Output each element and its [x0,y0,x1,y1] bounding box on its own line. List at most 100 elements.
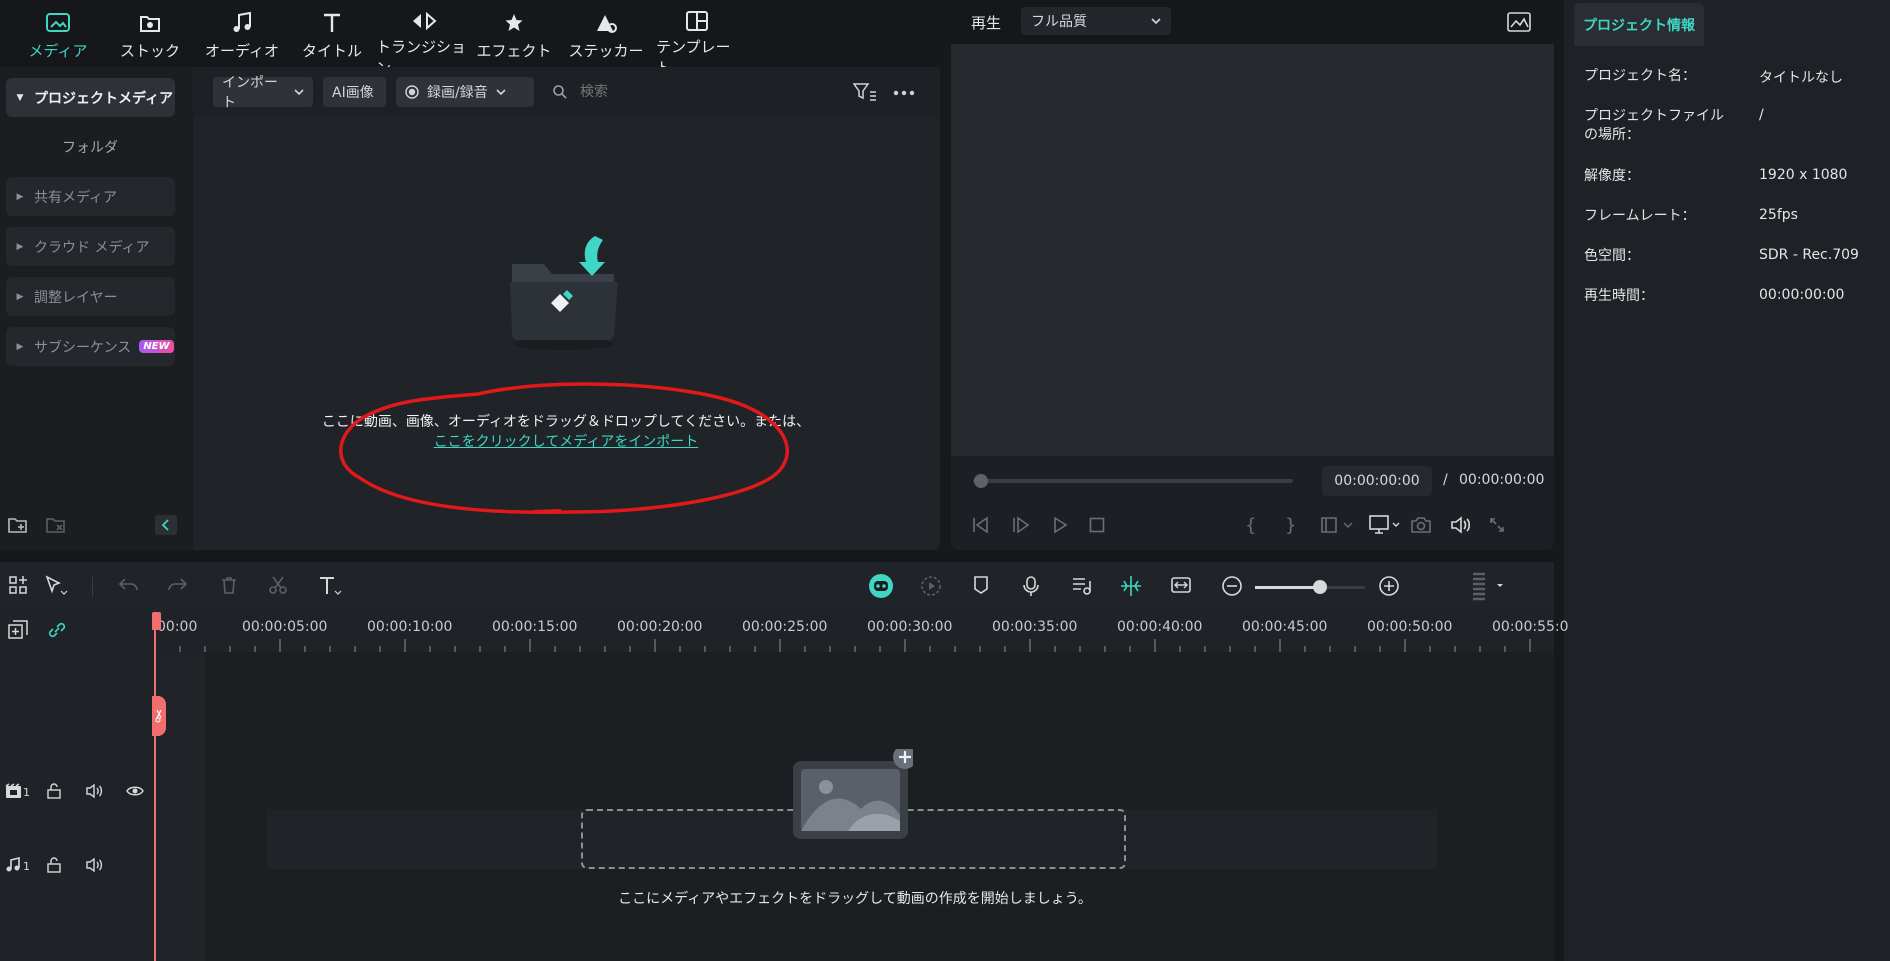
delete-folder-icon[interactable] [46,516,66,534]
timeline: 1 1 00:00 00:00:05:00 00:00:10:00 00:00:… [0,612,1569,961]
split-scissors-icon[interactable] [268,575,288,595]
tab-title[interactable]: タイトル [294,0,370,67]
link-icon[interactable] [47,620,67,640]
marker-icon[interactable] [972,575,990,595]
snapshot-icon[interactable] [1410,516,1432,534]
track-volume-icon[interactable] [86,783,104,799]
stop-icon[interactable] [1089,517,1105,533]
tab-transition[interactable]: トランジション [376,0,472,77]
insert-clip-icon[interactable] [1320,516,1354,534]
project-info-panel: プロジェクト情報 プロジェクト名： タイトルなし プロジェクトファイルの場所： … [1564,0,1890,961]
tab-sticker-label: ステッカー [568,42,644,60]
project-name-label: プロジェクト名： [1584,68,1696,84]
timeline-track-area[interactable]: ここにメディアやエフェクトをドラッグして動画の作成を開始しましょう。 [155,652,1554,961]
tab-template[interactable]: テンプレート [656,0,738,77]
timeline-ruler[interactable]: 00:00 00:00:05:00 00:00:10:00 00:00:15:0… [155,612,1569,652]
collapse-sidebar-button[interactable] [155,515,177,535]
sidebar-item-label: 調整レイヤー [34,289,118,306]
tab-project-info[interactable]: プロジェクト情報 [1574,3,1704,46]
time-separator: / [1443,472,1448,488]
redo-icon[interactable] [166,575,188,595]
sidebar-item-project-media[interactable]: ▼ プロジェクトメディア [6,78,175,117]
track-layout-icon[interactable] [1470,572,1510,602]
delete-icon[interactable] [219,575,239,595]
playhead-grip[interactable] [152,696,166,736]
add-media-illustration [793,749,913,839]
sidebar-item-adjustment-layer[interactable]: ▶ 調整レイヤー [6,277,175,316]
track-lock-icon[interactable] [46,857,62,873]
current-time-display[interactable]: 00:00:00:00 [1322,466,1432,496]
zoom-in-icon[interactable] [1378,575,1400,597]
tab-sticker[interactable]: ステッカー [566,0,646,67]
stock-icon [138,10,162,36]
duration-label: 再生時間： [1584,288,1654,304]
more-options-icon[interactable] [893,90,915,96]
auto-enhance-icon[interactable] [920,575,942,597]
progress-track[interactable] [973,479,1293,483]
audio-mixer-icon[interactable] [1071,575,1093,597]
quality-select[interactable]: フル品質 [1021,7,1171,35]
import-dropdown[interactable]: インポート [213,75,313,111]
ruler-label: 00:00:10:00 [367,619,453,635]
color-space-value: SDR - Rec.709 [1759,247,1859,263]
audio-track-header: 1 [0,847,155,897]
fit-timeline-icon[interactable] [1170,575,1192,595]
search-input[interactable] [578,83,818,101]
chevron-left-icon [161,519,169,531]
next-frame-icon[interactable] [1011,516,1031,534]
annotation-circle [328,362,798,522]
sidebar-item-label: プロジェクトメディア [34,90,174,107]
chevron-down-icon [496,89,506,95]
tab-media[interactable]: メディア [20,0,96,67]
ruler-label: 00:00:25:00 [742,619,828,635]
track-volume-icon[interactable] [86,857,104,873]
zoom-slider-track[interactable] [1255,586,1365,589]
media-drop-area[interactable]: ここに動画、画像、オーディオをドラッグ＆ドロップしてください。または、 ここをク… [193,117,940,550]
quality-value: フル品質 [1031,14,1087,30]
progress-handle[interactable] [974,474,988,488]
previous-frame-icon[interactable] [971,516,991,534]
sidebar-item-folder[interactable]: フォルダ [62,137,118,157]
ruler-label: 00:00:15:00 [492,619,578,635]
microphone-icon[interactable] [1021,575,1041,597]
ai-copilot-icon[interactable] [868,573,894,599]
layout-grid-icon[interactable] [8,575,28,595]
search-box[interactable] [552,77,832,107]
sidebar-item-cloud-media[interactable]: ▶ クラウド メディア [6,227,175,266]
mark-in-icon[interactable]: { [1245,515,1256,536]
tab-audio[interactable]: オーディオ [202,0,282,67]
video-track-header: 1 [0,774,155,834]
playhead-line[interactable] [154,626,156,961]
new-folder-icon[interactable] [8,516,28,534]
sidebar-item-shared-media[interactable]: ▶ 共有メディア [6,177,175,216]
undo-icon[interactable] [118,575,140,595]
timeline-drop-hint: ここにメディアやエフェクトをドラッグして動画の作成を開始しましょう。 [618,891,1092,907]
fullscreen-icon[interactable] [1489,517,1505,533]
record-icon [405,85,419,99]
duration-value: 00:00:00:00 [1759,287,1845,303]
tab-stock[interactable]: ストック [112,0,188,67]
record-dropdown[interactable]: 録画/録音 [396,77,534,107]
sidebar-item-subsequence[interactable]: ▶ サブシーケンス NEW [6,327,175,366]
media-icon [45,10,71,36]
text-tool-icon[interactable] [318,575,342,597]
zoom-slider-handle[interactable] [1313,580,1327,594]
track-lock-icon[interactable] [46,783,62,799]
project-location-label: プロジェクトファイルの場所： [1584,108,1724,143]
select-tool-icon[interactable] [44,575,68,597]
zoom-out-icon[interactable] [1221,575,1243,597]
track-visibility-icon[interactable] [126,784,144,798]
add-track-icon[interactable] [8,620,28,640]
tab-effect-label: エフェクト [476,42,552,60]
display-settings-icon[interactable] [1369,515,1401,535]
play-icon[interactable] [1051,516,1069,534]
tab-effect[interactable]: エフェクト [476,0,552,67]
ai-image-button[interactable]: AI画像 [323,77,386,107]
volume-icon[interactable] [1450,516,1472,534]
filter-sort-icon[interactable] [853,82,877,102]
magnetic-snap-icon[interactable] [1120,575,1142,597]
scopes-icon[interactable] [1507,12,1531,32]
preview-video-area[interactable] [951,44,1554,456]
expand-triangle-icon: ▶ [16,241,24,252]
mark-out-icon[interactable]: } [1285,515,1296,536]
